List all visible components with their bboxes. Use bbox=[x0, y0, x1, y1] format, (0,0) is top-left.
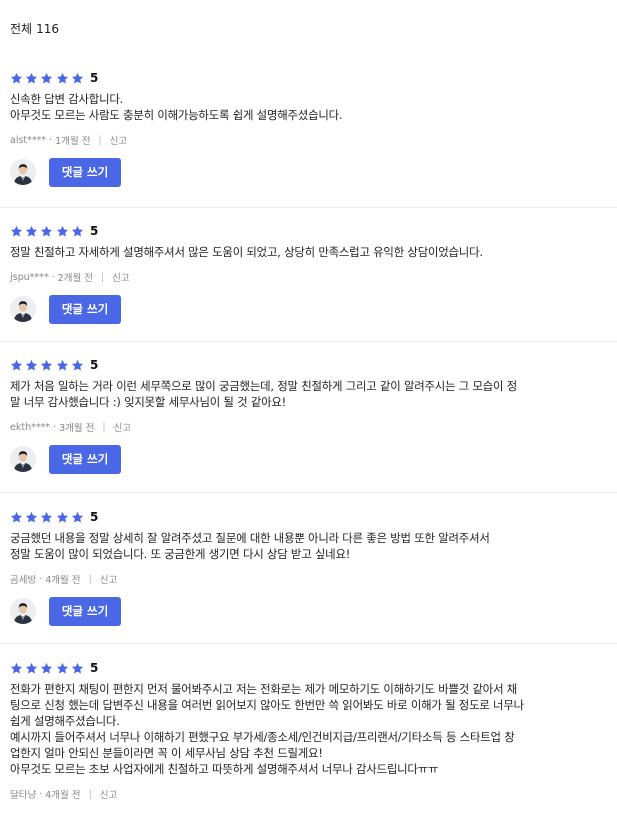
star-icon bbox=[10, 72, 23, 85]
reply-row: 댓글 쓰기 bbox=[10, 596, 610, 626]
rating-row: 5 bbox=[10, 70, 610, 86]
star-icon bbox=[10, 511, 23, 524]
review-divider bbox=[0, 207, 617, 208]
review-author: 곰세방 bbox=[10, 575, 37, 586]
reply-button[interactable]: 댓글 쓰기 bbox=[49, 444, 121, 474]
reply-row: 댓글 쓰기 bbox=[10, 444, 610, 474]
review-meta: jspu**** · 2개월 전 | 신고 bbox=[10, 270, 610, 285]
report-link[interactable]: 신고 bbox=[114, 420, 131, 434]
star-icon bbox=[25, 359, 38, 372]
star-icon bbox=[40, 511, 53, 524]
star-icon bbox=[71, 72, 84, 85]
star-icon bbox=[25, 72, 38, 85]
meta-separator: | bbox=[88, 788, 92, 800]
star-icon bbox=[56, 225, 69, 238]
rating-score: 5 bbox=[89, 71, 99, 85]
review-item: 5 전화가 편한지 채팅이 편한지 먼저 물어봐주시고 저는 전화로는 제가 메모… bbox=[10, 660, 610, 801]
review-total: 전체 116 bbox=[10, 20, 59, 37]
rating-row: 5 bbox=[10, 223, 610, 239]
star-icon bbox=[71, 359, 84, 372]
star-icon bbox=[25, 662, 38, 675]
review-meta: 달타냥 · 4개월 전 | 신고 bbox=[10, 787, 610, 802]
star-icon bbox=[25, 225, 38, 238]
review-item: 5 정말 친절하고 자세하게 설명해주셔서 많은 도움이 되었고, 상당히 만족스… bbox=[10, 223, 610, 324]
review-meta: ekth**** · 3개월 전 | 신고 bbox=[10, 420, 610, 435]
star-icon bbox=[10, 225, 23, 238]
meta-separator: | bbox=[102, 421, 106, 433]
star-icon bbox=[10, 662, 23, 675]
meta-dot: · bbox=[53, 421, 57, 433]
avatar bbox=[10, 598, 36, 624]
reply-button[interactable]: 댓글 쓰기 bbox=[49, 294, 121, 324]
star-icon bbox=[40, 72, 53, 85]
avatar bbox=[10, 446, 36, 472]
meta-dot: · bbox=[39, 788, 43, 800]
report-link[interactable]: 신고 bbox=[110, 133, 127, 147]
reply-button[interactable]: 댓글 쓰기 bbox=[49, 157, 121, 187]
rating-row: 5 bbox=[10, 509, 610, 525]
report-link[interactable]: 신고 bbox=[112, 270, 129, 284]
review-time: 1개월 전 bbox=[55, 136, 91, 147]
review-divider bbox=[0, 643, 617, 644]
reply-row: 댓글 쓰기 bbox=[10, 157, 610, 187]
review-time: 4개월 전 bbox=[45, 575, 81, 586]
review-item: 5 신속한 답변 감사합니다. 아무것도 모르는 사람도 충분히 이해가능하도록 … bbox=[10, 70, 610, 187]
review-author: jspu**** bbox=[10, 271, 49, 283]
star-icon bbox=[56, 662, 69, 675]
review-meta: 곰세방 · 4개월 전 | 신고 bbox=[10, 572, 610, 587]
review-total-count: 116 bbox=[36, 22, 59, 36]
meta-separator: | bbox=[100, 271, 105, 283]
review-author: alst**** bbox=[10, 134, 47, 146]
meta-dot: · bbox=[39, 573, 43, 585]
star-icon bbox=[10, 359, 23, 372]
avatar bbox=[10, 159, 36, 185]
report-link[interactable]: 신고 bbox=[100, 572, 117, 586]
star-icon bbox=[56, 72, 69, 85]
star-icon bbox=[56, 511, 69, 524]
review-text: 전화가 편한지 채팅이 편한지 먼저 물어봐주시고 저는 전화로는 제가 메모하… bbox=[10, 682, 524, 776]
meta-separator: | bbox=[88, 573, 92, 585]
review-text: 제가 처음 일하는 거라 이런 세무쪽으로 많이 궁금했는데, 정말 친절하게 … bbox=[10, 379, 518, 409]
review-total-label: 전체 bbox=[10, 22, 33, 36]
review-author: ekth**** bbox=[10, 421, 51, 433]
review-author: 달타냥 bbox=[10, 790, 37, 801]
reply-button[interactable]: 댓글 쓰기 bbox=[49, 596, 121, 626]
review-text: 신속한 답변 감사합니다. 아무것도 모르는 사람도 충분히 이해가능하도록 쉽… bbox=[10, 92, 343, 122]
rating-row: 5 bbox=[10, 357, 610, 373]
meta-dot: · bbox=[49, 134, 53, 146]
review-divider bbox=[0, 341, 617, 342]
review-item: 5 제가 처음 일하는 거라 이런 세무쪽으로 많이 궁금했는데, 정말 친절하게… bbox=[10, 357, 610, 474]
review-time: 2개월 전 bbox=[57, 273, 93, 284]
rating-score: 5 bbox=[89, 510, 99, 524]
star-icon bbox=[71, 511, 84, 524]
rating-row: 5 bbox=[10, 660, 610, 676]
review-time: 3개월 전 bbox=[59, 423, 95, 434]
star-icon bbox=[56, 359, 69, 372]
rating-score: 5 bbox=[89, 661, 99, 675]
star-icon bbox=[40, 662, 53, 675]
meta-dot: · bbox=[51, 271, 55, 283]
reply-row: 댓글 쓰기 bbox=[10, 294, 610, 324]
rating-score: 5 bbox=[89, 224, 99, 238]
star-icon bbox=[40, 225, 53, 238]
report-link[interactable]: 신고 bbox=[100, 787, 117, 801]
review-meta: alst**** · 1개월 전 | 신고 bbox=[10, 133, 610, 148]
review-item: 5 궁금했던 내용을 정말 상세히 잘 알려주셨고 질문에 대한 내용뿐 아니라 … bbox=[10, 509, 610, 626]
review-divider bbox=[0, 492, 617, 493]
rating-score: 5 bbox=[89, 358, 99, 372]
meta-separator: | bbox=[98, 134, 102, 146]
avatar bbox=[10, 296, 36, 322]
review-text: 정말 친절하고 자세하게 설명해주셔서 많은 도움이 되었고, 상당히 만족스럽… bbox=[10, 245, 483, 259]
review-time: 4개월 전 bbox=[45, 790, 81, 801]
star-icon bbox=[25, 511, 38, 524]
star-icon bbox=[40, 359, 53, 372]
review-text: 궁금했던 내용을 정말 상세히 잘 알려주셨고 질문에 대한 내용뿐 아니라 다… bbox=[10, 531, 490, 561]
star-icon bbox=[71, 662, 84, 675]
star-icon bbox=[71, 225, 84, 238]
